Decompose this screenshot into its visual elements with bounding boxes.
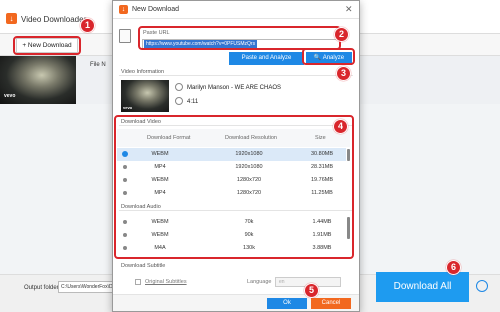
original-subtitles-label[interactable]: Original Subtitles <box>145 279 187 285</box>
ok-button[interactable]: Ok <box>267 298 307 309</box>
step-badge-1: 1 <box>80 18 95 33</box>
file-label: File N <box>90 62 106 68</box>
paste-and-analyze-button[interactable]: Paste and Analyze <box>229 52 304 65</box>
language-label: Language <box>247 279 272 285</box>
divider <box>119 75 353 76</box>
person-icon <box>175 83 183 91</box>
step-badge-4: 4 <box>333 119 348 134</box>
vevo-label: vevo <box>123 105 133 110</box>
close-icon[interactable]: ✕ <box>345 4 353 15</box>
dialog-logo-icon: ↓ <box>119 5 128 14</box>
highlight-new-download <box>13 36 81 55</box>
app-logo-icon: ↓ <box>6 13 17 24</box>
step-badge-2: 2 <box>334 27 349 42</box>
alarm-clock-icon[interactable] <box>476 280 488 292</box>
step-badge-3: 3 <box>336 66 351 81</box>
download-all-button[interactable]: Download All <box>376 272 469 302</box>
clock-icon <box>175 97 183 105</box>
app-title: Video Downloader <box>21 15 87 24</box>
video-title: Marilyn Manson - WE ARE CHAOS <box>187 85 282 91</box>
cancel-button[interactable]: Cancel <box>311 298 351 309</box>
step-badge-5: 5 <box>304 283 319 298</box>
highlight-url <box>138 26 341 50</box>
video-duration: 4:11 <box>187 99 199 105</box>
highlight-analyze <box>302 48 355 65</box>
highlight-download-options <box>114 115 354 259</box>
clipboard-icon <box>119 29 131 43</box>
download-subtitle-header: Download Subtitle <box>121 263 166 269</box>
vevo-label: vevo <box>4 93 16 99</box>
output-folder-label: Output folder: <box>24 285 61 291</box>
output-folder-field[interactable]: C:\Users\WonderFox\Desktop <box>58 281 114 293</box>
dialog-title: New Download <box>132 6 180 13</box>
original-subtitles-checkbox[interactable] <box>135 279 141 285</box>
step-badge-6: 6 <box>446 260 461 275</box>
